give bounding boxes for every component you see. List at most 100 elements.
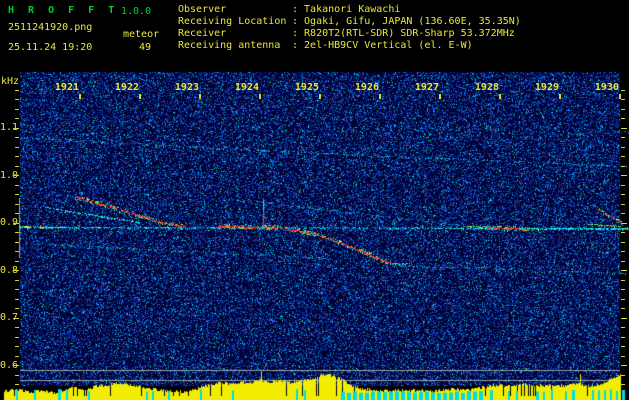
freq-tick-minor <box>621 165 625 167</box>
freq-tick-minor <box>15 336 19 338</box>
time-label: 1930 <box>594 82 619 93</box>
freq-tick-minor <box>621 203 625 205</box>
freq-tick-minor <box>15 355 19 357</box>
time-label: 1929 <box>534 82 559 93</box>
time-tick <box>379 94 381 99</box>
freq-tick-minor <box>15 251 19 252</box>
time-tick <box>439 94 441 99</box>
freq-tick-minor <box>621 251 625 252</box>
datetime: 25.11.24 19:20 <box>8 42 93 53</box>
freq-tick-minor <box>15 298 19 300</box>
freq-tick-minor <box>15 146 19 148</box>
freq-tick-minor <box>15 165 19 167</box>
freq-unit-label: kHz <box>1 76 20 87</box>
freq-tick-major <box>13 222 19 224</box>
freq-tick-major <box>621 127 627 129</box>
freq-tick-major <box>13 127 19 129</box>
station-info: Observer: Takanori Kawachi Receiving Loca… <box>178 4 521 52</box>
freq-tick-minor <box>15 279 19 281</box>
info-value: : Takanori Kawachi <box>292 4 401 15</box>
echo-count: 49 <box>139 42 152 53</box>
freq-tick-minor <box>15 89 19 91</box>
time-label: 1928 <box>474 82 499 93</box>
time-label: 1921 <box>54 82 79 93</box>
freq-tick-minor <box>15 99 19 100</box>
freq-tick-major <box>13 270 19 271</box>
info-label: Receiver <box>178 28 227 39</box>
freq-label: 1.0 <box>0 169 19 181</box>
freq-tick-minor <box>621 194 625 195</box>
time-label: 1926 <box>354 82 379 93</box>
freq-tick-minor <box>621 279 625 281</box>
freq-tick-minor <box>621 308 625 309</box>
freq-tick-minor <box>15 327 19 328</box>
station-info-row: Receiver : R820T2(RTL-SDR) SDR-Sharp 53.3… <box>178 28 521 40</box>
freq-tick-minor <box>15 232 19 233</box>
time-tick <box>139 94 141 99</box>
freq-tick-minor <box>15 308 19 309</box>
freq-tick-major <box>621 222 627 224</box>
freq-tick-minor <box>621 146 625 148</box>
freq-tick-minor <box>621 137 625 138</box>
freq-tick-minor <box>15 156 19 157</box>
freq-tick-minor <box>621 108 625 110</box>
freq-tick-minor <box>621 384 625 385</box>
info-label: Receiving antenna <box>178 40 281 51</box>
time-label: 1925 <box>294 82 319 93</box>
freq-tick-minor <box>621 289 625 290</box>
freq-label: 0.6 <box>0 359 19 371</box>
time-tick <box>559 94 561 99</box>
time-tick <box>199 94 201 99</box>
info-label: Receiving Location <box>178 16 287 27</box>
freq-tick-minor <box>15 384 19 385</box>
app-title: H R O F F T <box>8 5 119 16</box>
freq-tick-minor <box>15 184 19 186</box>
time-tick <box>259 94 261 99</box>
freq-tick-minor <box>621 241 625 243</box>
freq-tick-minor <box>15 137 19 138</box>
text-overlay: H R O F F T 1.0.0 2511241920.png meteor … <box>0 0 629 400</box>
freq-tick-major <box>13 317 19 319</box>
freq-tick-minor <box>621 232 625 233</box>
station-info-row: Observer : Takanori Kawachi <box>178 4 521 16</box>
freq-tick-minor <box>621 184 625 186</box>
freq-tick-major <box>13 175 19 176</box>
freq-tick-major <box>621 175 627 176</box>
freq-tick-minor <box>15 108 19 110</box>
freq-tick-minor <box>621 336 625 338</box>
station-info-row: Receiving antenna : 2el-HB9CV Vertical (e… <box>178 40 521 52</box>
freq-tick-minor <box>15 203 19 205</box>
freq-tick-major <box>621 270 627 271</box>
time-tick <box>319 94 321 99</box>
freq-tick-major <box>13 365 19 366</box>
filename: 2511241920.png <box>8 22 93 33</box>
freq-tick-minor <box>621 374 625 376</box>
freq-tick-minor <box>621 260 625 262</box>
freq-tick-minor <box>621 156 625 157</box>
freq-label: 0.8 <box>0 264 19 276</box>
freq-tick-minor <box>15 241 19 243</box>
mode-label: meteor <box>123 29 160 40</box>
freq-tick-major <box>621 317 627 319</box>
freq-label: 0.7 <box>0 312 19 323</box>
app-version: 1.0.0 <box>121 6 152 17</box>
freq-tick-minor <box>621 118 625 119</box>
hrofft-screen: H R O F F T 1.0.0 2511241920.png meteor … <box>0 0 629 400</box>
freq-label: 1.1 <box>0 122 19 133</box>
freq-tick-minor <box>621 327 625 328</box>
info-value: : 2el-HB9CV Vertical (el. E-W) <box>292 40 473 51</box>
time-tick <box>619 94 621 99</box>
info-value: : R820T2(RTL-SDR) SDR-Sharp 53.372MHz <box>292 28 515 39</box>
freq-tick-minor <box>15 213 19 214</box>
freq-tick-minor <box>15 346 19 347</box>
info-label: Observer <box>178 4 227 15</box>
freq-tick-minor <box>15 374 19 376</box>
freq-tick-minor <box>15 260 19 262</box>
station-info-row: Receiving Location: Ogaki, Gifu, JAPAN (… <box>178 16 521 28</box>
freq-tick-minor <box>15 118 19 119</box>
time-tick <box>79 94 81 99</box>
time-label: 1924 <box>234 82 259 93</box>
freq-tick-minor <box>621 99 625 100</box>
freq-label: 0.9 <box>0 217 19 228</box>
freq-tick-minor <box>15 289 19 290</box>
